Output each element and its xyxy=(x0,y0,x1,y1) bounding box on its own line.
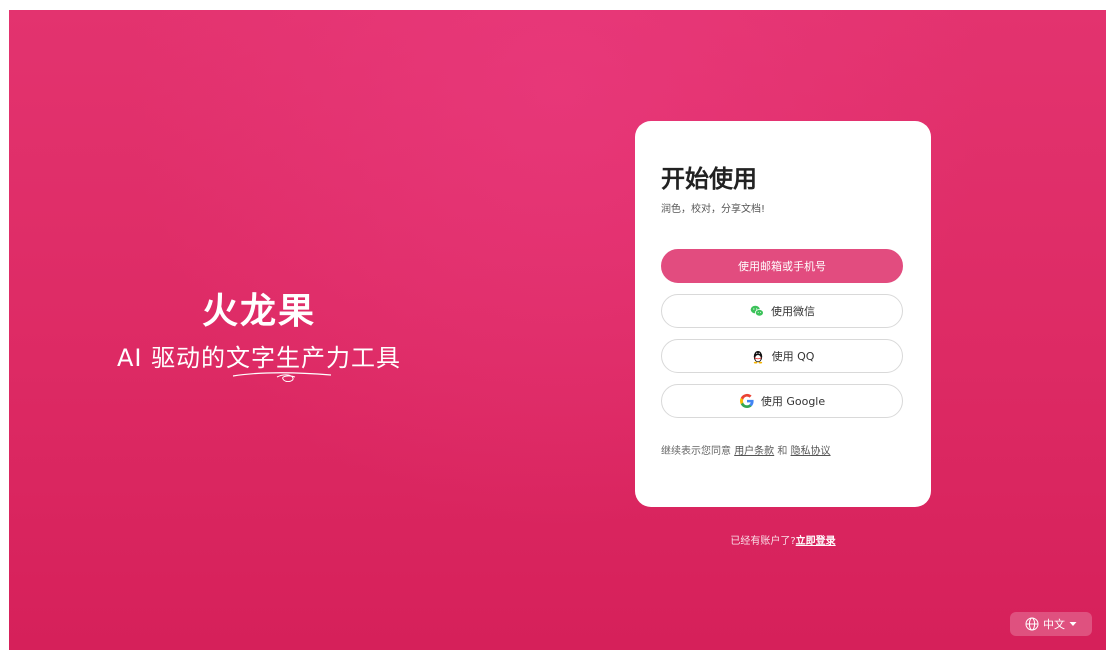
user-terms-link[interactable]: 用户条款 xyxy=(734,446,774,457)
card-subtitle: 润色，校对，分享文档! xyxy=(661,204,766,215)
brand-title: 火龙果 xyxy=(201,291,316,332)
login-now-link[interactable]: 立即登录 xyxy=(796,536,836,547)
qq-penguin-icon xyxy=(750,348,766,364)
qq-login-button[interactable]: 使用 QQ xyxy=(661,339,903,373)
existing-account-text: 已经有账户了? xyxy=(730,536,796,547)
card-title: 开始使用 xyxy=(661,165,757,193)
terms-notice: 继续表示您同意 用户条款 和 隐私协议 xyxy=(661,442,831,457)
qq-login-label: 使用 QQ xyxy=(771,350,815,363)
language-selector[interactable]: 中文 xyxy=(1010,612,1092,636)
language-label: 中文 xyxy=(1043,618,1065,631)
google-login-label: 使用 Google xyxy=(760,395,826,408)
wechat-login-button[interactable]: 使用微信 xyxy=(661,294,903,328)
underline-flourish-icon xyxy=(232,372,332,382)
signup-card: 开始使用 润色，校对，分享文档! 使用邮箱或手机号 使用微信 使用 QQ 使用 … xyxy=(635,121,931,507)
existing-account-prompt: 已经有账户了?立即登录 xyxy=(635,532,931,547)
terms-and: 和 xyxy=(777,446,788,457)
email-phone-button[interactable]: 使用邮箱或手机号 xyxy=(661,249,903,283)
background: 火龙果 AI 驱动的文字生产力工具 开始使用 润色，校对，分享文档! 使用邮箱或… xyxy=(9,10,1106,650)
terms-prefix: 继续表示您同意 xyxy=(661,446,731,457)
wechat-login-label: 使用微信 xyxy=(771,305,815,318)
google-login-button[interactable]: 使用 Google xyxy=(661,384,903,418)
privacy-policy-link[interactable]: 隐私协议 xyxy=(791,446,831,457)
email-phone-button-label: 使用邮箱或手机号 xyxy=(738,260,826,273)
caret-down-icon xyxy=(1069,622,1077,626)
globe-icon xyxy=(1025,617,1039,631)
google-g-icon xyxy=(739,393,755,409)
wechat-icon xyxy=(749,303,765,319)
